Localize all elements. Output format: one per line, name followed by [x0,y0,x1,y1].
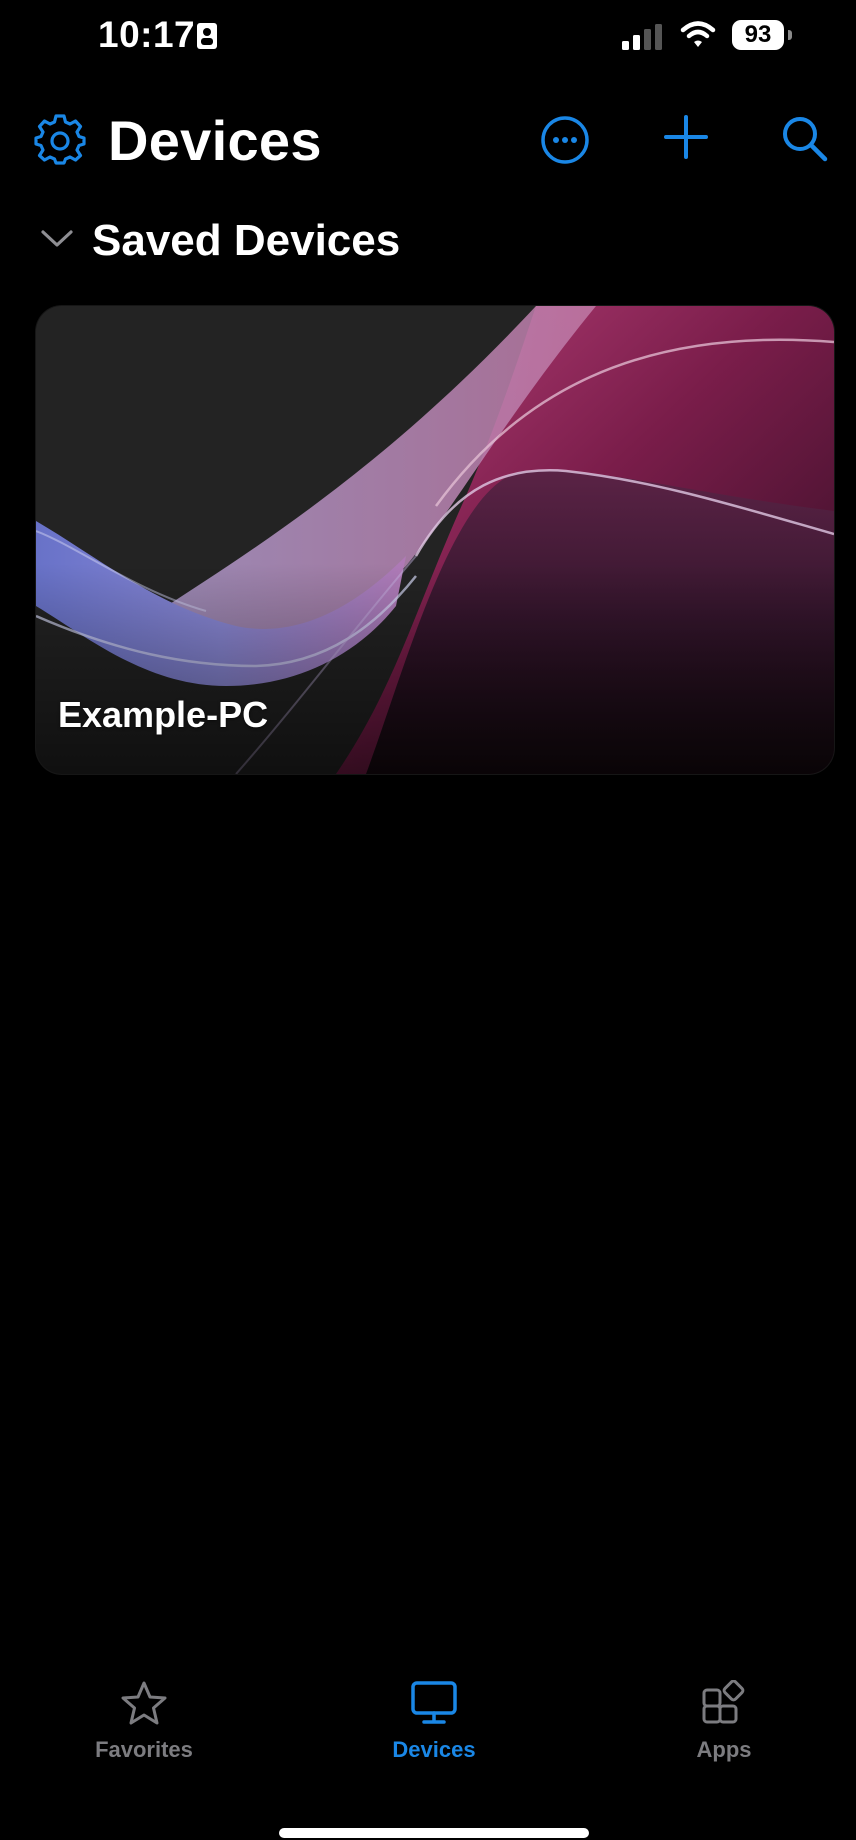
more-options-icon[interactable] [539,114,591,171]
monitor-icon [410,1680,458,1731]
section-title: Saved Devices [92,216,401,265]
chevron-down-icon[interactable] [40,228,74,255]
wifi-icon [680,20,716,53]
tab-label-devices: Devices [392,1737,476,1762]
tab-devices[interactable]: Devices [334,1680,534,1780]
device-card[interactable]: Example-PC [36,306,834,774]
apps-icon [700,1679,748,1731]
screen: 10:17 93 Devices Saved Devices Example-P… [0,0,856,1840]
battery-indicator: 93 [732,20,784,50]
settings-gear-icon[interactable] [34,114,86,171]
battery-nub [788,30,792,40]
home-indicator[interactable] [279,1828,589,1838]
cellular-signal-icon [622,24,666,55]
page-title: Devices [108,109,322,172]
tab-favorites[interactable]: Favorites [44,1680,244,1780]
tab-label-apps: Apps [696,1737,752,1762]
contact-card-icon [196,22,218,55]
saved-devices-section-header[interactable]: Saved Devices [0,208,856,278]
device-name: Example-PC [58,694,269,735]
add-icon[interactable] [663,114,709,165]
status-time: 10:17 [98,14,196,55]
star-icon [120,1680,168,1731]
status-bar: 10:17 93 [0,0,856,80]
navigation-header: Devices [0,92,856,188]
tab-apps[interactable]: Apps [624,1679,824,1780]
search-icon[interactable] [780,114,828,167]
tab-label-favorites: Favorites [95,1737,193,1762]
tab-bar: Favorites Devices Apps [0,1679,856,1800]
